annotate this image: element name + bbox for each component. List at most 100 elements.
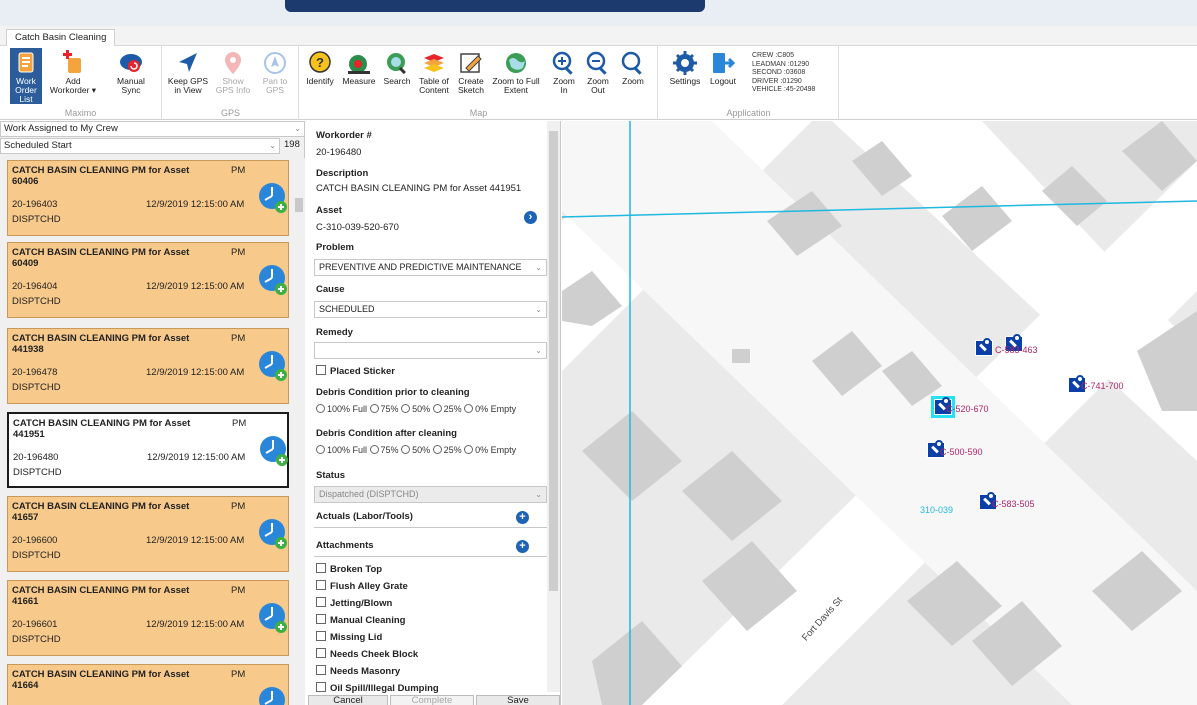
settings-icon [673, 51, 697, 75]
zoom-to-full-extent-button[interactable]: Zoom to Full Extent [488, 48, 544, 104]
card-wonum: 20-196600 [12, 535, 58, 546]
card-wonum: 20-196601 [12, 619, 58, 630]
debris-prior-option[interactable]: 25% [432, 404, 462, 414]
add-actuals-icon[interactable]: + [516, 511, 529, 524]
card-title: CATCH BASIN CLEANING PM for Asset 41657 [12, 501, 190, 523]
show-gps-info-button[interactable]: Show GPS Info [213, 48, 253, 104]
work-order-card[interactable]: CATCH BASIN CLEANING PM for Asset 441938… [7, 328, 289, 404]
status-value: Dispatched (DISPTCHD) [319, 489, 419, 499]
cause-select[interactable]: SCHEDULED ⌄ [314, 301, 547, 318]
work-order-list-icon [18, 52, 34, 73]
checklist-item[interactable]: Flush Alley Grate [316, 580, 408, 592]
work-order-count: 198 [284, 139, 300, 150]
pan-to-gps-button[interactable]: Pan to GPS [255, 48, 295, 104]
actuals-label: Actuals (Labor/Tools) [316, 511, 413, 522]
debris-prior-option[interactable]: 100% Full [316, 404, 367, 414]
crew-info-vehicle: VEHICLE :45-20498 [752, 86, 816, 94]
add-attachment-icon[interactable]: + [516, 540, 529, 553]
card-title: CATCH BASIN CLEANING PM for Asset 441938 [12, 333, 190, 355]
manual-sync-label: Manual Sync [117, 76, 145, 95]
debris-after-option[interactable]: 25% [432, 445, 462, 455]
placed-sticker-checkbox[interactable]: Placed Sticker [316, 365, 395, 377]
checklist-item[interactable]: Jetting/Blown [316, 597, 392, 609]
problem-value: PREVENTIVE AND PREDICTIVE MAINTENANCE [319, 262, 522, 272]
table-of-content-button[interactable]: Table of Content [414, 48, 454, 104]
settings-button[interactable]: Settings [663, 48, 707, 104]
checklist-item[interactable]: Broken Top [316, 563, 382, 575]
pan-to-gps-icon [264, 52, 286, 74]
zoom-in-label: Zoom In [553, 76, 575, 95]
asset-map-label: C-500-590 [940, 447, 983, 457]
checklist-item[interactable]: Missing Lid [316, 631, 382, 643]
settings-label: Settings [669, 76, 701, 86]
debris-prior-option[interactable]: 50% [401, 404, 430, 414]
search-globe-icon [387, 53, 406, 75]
map-basemap [562, 121, 1197, 705]
work-order-card[interactable]: CATCH BASIN CLEANING PM for Asset 41657 … [7, 496, 289, 572]
cancel-button[interactable]: Cancel [308, 695, 388, 705]
checklist-item[interactable]: Needs Cheek Block [316, 648, 418, 660]
table-of-content-label: Table of Content [419, 76, 449, 95]
card-wonum: 20-196480 [13, 452, 59, 463]
divider [314, 527, 547, 528]
checklist-item[interactable]: Manual Cleaning [316, 614, 405, 626]
debris-prior-option[interactable]: 0% Empty [464, 404, 516, 414]
work-filter-dropdown[interactable]: Work Assigned to My Crew ⌄ [0, 121, 305, 137]
description-value: CATCH BASIN CLEANING PM for Asset 441951 [316, 183, 522, 194]
card-date: 12/9/2019 12:15:00 AM [146, 367, 245, 378]
work-order-card[interactable]: CATCH BASIN CLEANING PM for Asset 41664 … [7, 664, 289, 705]
work-order-card[interactable]: CATCH BASIN CLEANING PM for Asset 60406 … [7, 160, 289, 236]
remedy-select[interactable]: ⌄ [314, 342, 547, 359]
search-button[interactable]: Search [380, 48, 414, 104]
complete-button[interactable]: Complete [390, 695, 474, 705]
checklist-item[interactable]: Needs Masonry [316, 665, 400, 677]
card-title: CATCH BASIN CLEANING PM for Asset 441951 [13, 418, 191, 440]
identify-icon: ? [309, 51, 331, 73]
sort-value: Scheduled Start [4, 140, 72, 151]
debris-after-option[interactable]: 100% Full [316, 445, 367, 455]
card-status: DISPTCHD [12, 214, 61, 225]
zoom-button[interactable]: Zoom [616, 48, 650, 104]
zoom-to-full-extent-label: Zoom to Full Extent [492, 76, 540, 95]
measure-button[interactable]: Measure [340, 48, 378, 104]
tab-catch-basin-cleaning[interactable]: Catch Basin Cleaning [6, 29, 116, 46]
zoom-out-button[interactable]: Zoom Out [582, 48, 614, 104]
debris-after-option[interactable]: 75% [369, 445, 399, 455]
table-of-content-icon [424, 54, 444, 72]
work-order-card[interactable]: CATCH BASIN CLEANING PM for Asset 60409 … [7, 242, 289, 318]
identify-button[interactable]: ? Identify [302, 48, 338, 104]
asset-map-label: C-583-463 [995, 345, 1038, 355]
card-title: CATCH BASIN CLEANING PM for Asset 41664 [12, 669, 190, 691]
asset-navigate-icon[interactable]: › [524, 211, 537, 224]
details-button-bar: Cancel Complete Save [306, 693, 561, 705]
manual-sync-button[interactable]: Manual Sync [110, 48, 152, 104]
logout-button[interactable]: Logout [705, 48, 741, 104]
sort-dropdown[interactable]: Scheduled Start ⌄ [0, 138, 280, 154]
schedule-clock-icon [259, 265, 287, 295]
zoom-in-button[interactable]: Zoom In [548, 48, 580, 104]
problem-select[interactable]: PREVENTIVE AND PREDICTIVE MAINTENANCE ⌄ [314, 259, 547, 276]
work-order-list-button[interactable]: Work Order List [10, 48, 42, 104]
create-sketch-button[interactable]: Create Sketch [454, 48, 488, 104]
keep-gps-in-view-button[interactable]: Keep GPS in View [167, 48, 209, 104]
work-order-list-scrollbar[interactable] [293, 158, 305, 705]
create-sketch-icon [460, 53, 482, 73]
ribbon-tab-row: Catch Basin Cleaning [0, 26, 1197, 46]
workorder-label: Workorder # [316, 130, 372, 141]
work-order-card[interactable]: CATCH BASIN CLEANING PM for Asset 41661 … [7, 580, 289, 656]
asset-map-label: C-741-700 [1081, 381, 1124, 391]
map-view[interactable]: C-583-463 C-741-700 C-520-670 C-500-590 … [562, 121, 1197, 705]
card-type: PM [232, 418, 247, 429]
zoom-in-icon [552, 51, 573, 75]
add-workorder-label: Add Workorder ▾ [49, 76, 97, 95]
debris-after-option[interactable]: 0% Empty [464, 445, 516, 455]
save-button[interactable]: Save [476, 695, 560, 705]
keep-gps-label: Keep GPS in View [167, 76, 209, 95]
ribbon-group-gps-title: GPS [220, 108, 240, 118]
add-workorder-button[interactable]: Add Workorder ▾ [48, 48, 98, 104]
debris-after-option[interactable]: 50% [401, 445, 430, 455]
work-order-card-selected[interactable]: CATCH BASIN CLEANING PM for Asset 441951… [7, 412, 289, 488]
details-scrollbar[interactable] [547, 121, 560, 692]
catch-basin-marker-icon[interactable] [975, 338, 993, 356]
debris-prior-option[interactable]: 75% [369, 404, 399, 414]
